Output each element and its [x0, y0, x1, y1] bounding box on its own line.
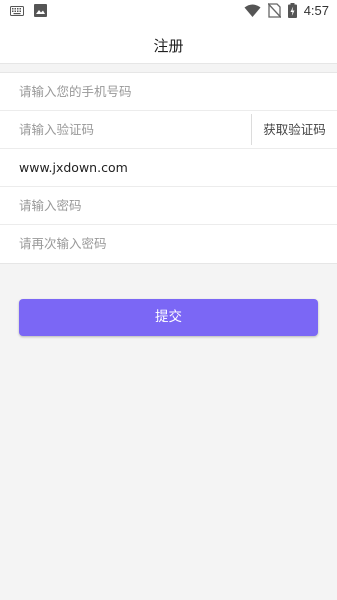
- code-row: 获取验证码: [0, 111, 337, 149]
- keyboard-icon: [10, 5, 24, 16]
- image-icon: [34, 4, 47, 17]
- status-bar-left: [10, 4, 47, 17]
- phone-row: [0, 73, 337, 111]
- submit-button[interactable]: 提交: [19, 299, 318, 336]
- username-row: [0, 149, 337, 187]
- battery-charging-icon: [287, 3, 297, 18]
- password-input[interactable]: [19, 187, 319, 224]
- no-sim-icon: [267, 3, 281, 18]
- verification-code-input[interactable]: [19, 111, 239, 148]
- app-header: 注册: [0, 24, 337, 64]
- password-confirm-row: [0, 225, 337, 263]
- page-title: 注册: [153, 37, 184, 55]
- wifi-icon: [244, 4, 261, 18]
- status-bar: 4:57: [0, 0, 337, 24]
- password-confirm-input[interactable]: [19, 225, 319, 262]
- username-input[interactable]: [19, 149, 319, 186]
- phone-input[interactable]: [19, 73, 319, 110]
- register-form: 获取验证码: [0, 72, 337, 264]
- status-bar-right: 4:57: [244, 3, 329, 18]
- get-code-button[interactable]: 获取验证码: [252, 111, 337, 148]
- password-row: [0, 187, 337, 225]
- status-time: 4:57: [303, 3, 329, 18]
